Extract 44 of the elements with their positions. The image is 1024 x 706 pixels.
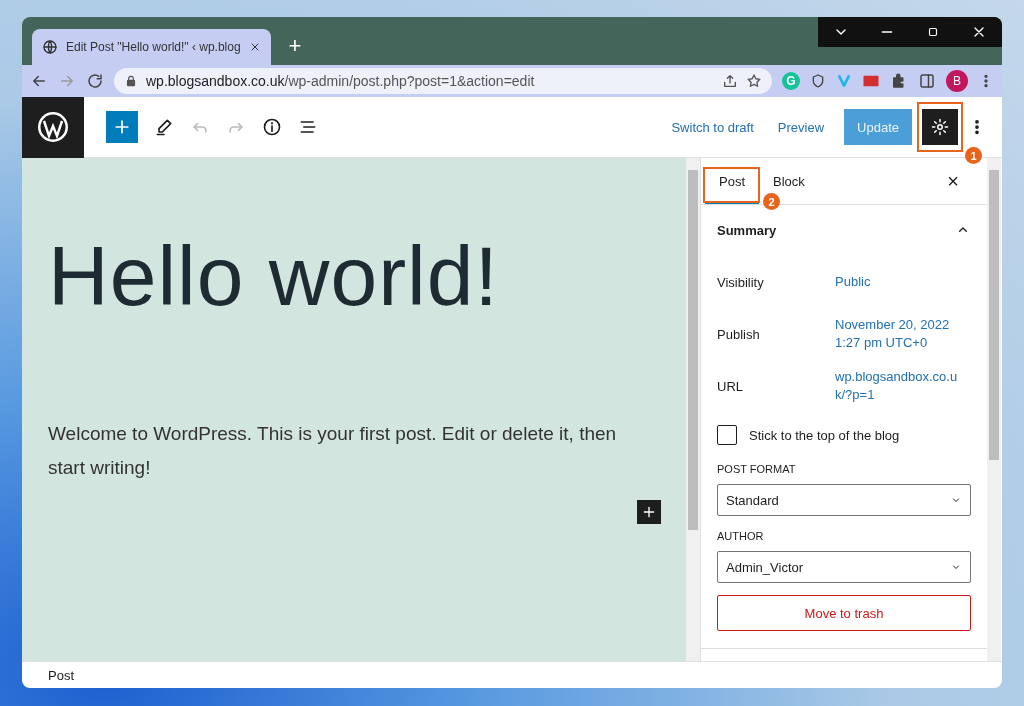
checkbox-label: Stick to the top of the blog — [749, 427, 900, 443]
post-paragraph[interactable]: Welcome to WordPress. This is your first post. Edit or delete it, then start writing! — [48, 417, 646, 485]
field-value-link[interactable]: wp.blogsandbox.co.u k/?p=1 — [835, 368, 971, 404]
settings-icon — [931, 118, 949, 136]
switch-to-draft-link[interactable]: Switch to draft — [665, 118, 760, 136]
w-logo-icon — [36, 110, 70, 144]
step-badge: 2 — [763, 193, 780, 210]
status-bar-text: Post — [22, 661, 1002, 688]
close-button[interactable]: × — [941, 168, 965, 194]
new-tab-button[interactable]: + — [284, 33, 306, 59]
address-bar[interactable]: wp.blogsandbox.co.uk/wp-admin/post.php?post=1&action=edit — [114, 68, 772, 94]
highlight-frame — [917, 102, 963, 152]
field-label: POST FORMAT — [717, 463, 797, 475]
field-label: Visibility — [717, 274, 765, 290]
shield-icon[interactable] — [810, 73, 826, 89]
lock-icon — [124, 74, 138, 88]
profile-avatar[interactable]: B — [946, 70, 968, 92]
plus-tool-button[interactable] — [106, 111, 138, 143]
maximize-icon[interactable] — [926, 25, 940, 39]
star-icon[interactable] — [746, 73, 762, 89]
scrollbar[interactable] — [686, 158, 700, 661]
reload-icon[interactable] — [86, 72, 104, 90]
move-to-trash-button[interactable]: Move to trash — [717, 595, 971, 631]
share-icon[interactable] — [722, 73, 738, 89]
post-title[interactable]: Hello world! — [48, 228, 646, 325]
field-value-link[interactable]: Public — [835, 273, 971, 291]
preview-link[interactable]: Preview — [771, 118, 831, 136]
field-value-link[interactable]: November 20, 2022 1:27 pm UTC+0 — [835, 316, 971, 352]
block-inserter-button[interactable] — [637, 500, 661, 524]
wordpress-logo[interactable] — [22, 96, 84, 158]
field-label: Publish — [717, 326, 761, 342]
side-panel-icon[interactable] — [918, 72, 936, 90]
field-label: AUTHOR — [717, 530, 765, 542]
plus-icon — [641, 504, 657, 520]
sidebar-tab[interactable]: Post — [705, 158, 759, 204]
highlight-frame — [703, 167, 760, 203]
author-select[interactable]: Admin_Victor — [717, 551, 971, 583]
post-format-select[interactable]: Standard — [717, 484, 971, 516]
checkbox[interactable] — [717, 425, 737, 445]
field-label: URL — [717, 378, 744, 394]
settings-button[interactable] — [922, 109, 958, 145]
browser-tab[interactable]: Edit Post "Hello world!" ‹ wp.blog — [32, 29, 271, 65]
scrollbar[interactable] — [987, 158, 1001, 661]
globe-icon — [42, 39, 58, 55]
